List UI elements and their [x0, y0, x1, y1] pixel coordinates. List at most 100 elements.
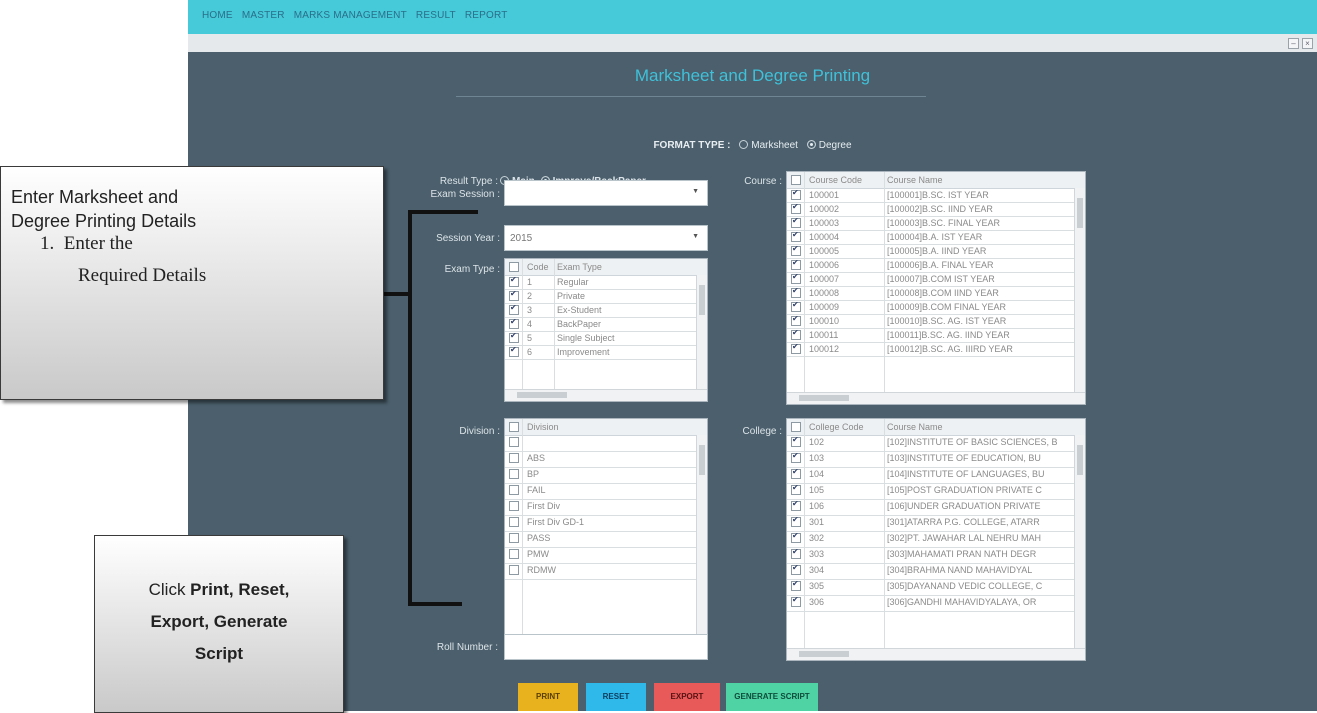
row-checkbox[interactable]: [791, 286, 801, 298]
menu-report[interactable]: REPORT: [465, 10, 508, 21]
table-row[interactable]: 100001 [100001]B.SC. IST YEAR: [787, 188, 1085, 203]
row-checkbox[interactable]: [509, 437, 519, 447]
table-row[interactable]: 304 [304]BRAHMA NAND MAHAVIDYAL: [787, 563, 1085, 580]
row-checkbox[interactable]: [791, 272, 801, 284]
row-checkbox[interactable]: [509, 317, 519, 329]
row-checkbox[interactable]: [791, 216, 801, 228]
table-row[interactable]: RDMW: [505, 564, 707, 580]
row-checkbox[interactable]: [509, 345, 519, 357]
row-checkbox[interactable]: [791, 244, 801, 256]
table-row[interactable]: 3 Ex-Student: [505, 303, 707, 318]
table-row[interactable]: 6 Improvement: [505, 345, 707, 360]
table-row[interactable]: 100006 [100006]B.A. FINAL YEAR: [787, 258, 1085, 273]
row-checkbox[interactable]: [791, 499, 801, 511]
row-checkbox[interactable]: [791, 547, 801, 559]
menu-marks-management[interactable]: MARKS MANAGEMENT: [294, 10, 407, 21]
row-checkbox[interactable]: [509, 501, 519, 511]
table-row[interactable]: 1 Regular: [505, 275, 707, 290]
row-checkbox[interactable]: [791, 188, 801, 200]
vertical-scrollbar[interactable]: [696, 275, 707, 389]
roll-number-input[interactable]: [504, 634, 708, 660]
table-row[interactable]: FAIL: [505, 484, 707, 500]
row-checkbox[interactable]: [509, 275, 519, 287]
print-button[interactable]: PRINT: [518, 683, 578, 711]
division-column-header[interactable]: Division: [527, 422, 559, 432]
horizontal-scrollbar[interactable]: [787, 648, 1085, 660]
row-checkbox[interactable]: [509, 453, 519, 463]
table-row[interactable]: 100002 [100002]B.SC. IIND YEAR: [787, 202, 1085, 217]
scroll-thumb[interactable]: [699, 285, 705, 315]
row-checkbox[interactable]: [791, 483, 801, 495]
row-checkbox[interactable]: [509, 469, 519, 479]
menu-master[interactable]: MASTER: [242, 10, 285, 21]
row-checkbox[interactable]: [791, 467, 801, 479]
session-year-dropdown[interactable]: 2015 ▼: [504, 225, 708, 251]
table-row[interactable]: PMW: [505, 548, 707, 564]
table-row[interactable]: 5 Single Subject: [505, 331, 707, 346]
scroll-thumb[interactable]: [1077, 445, 1083, 475]
table-row[interactable]: 102 [102]INSTITUTE OF BASIC SCIENCES, B: [787, 435, 1085, 452]
row-checkbox[interactable]: [791, 531, 801, 543]
reset-button[interactable]: RESET: [586, 683, 646, 711]
scroll-thumb[interactable]: [699, 445, 705, 475]
menu-result[interactable]: RESULT: [416, 10, 456, 21]
horizontal-scrollbar[interactable]: [787, 392, 1085, 404]
table-row[interactable]: 104 [104]INSTITUTE OF LANGUAGES, BU: [787, 467, 1085, 484]
export-button[interactable]: EXPORT: [654, 683, 720, 711]
table-row[interactable]: 105 [105]POST GRADUATION PRIVATE C: [787, 483, 1085, 500]
menu-home[interactable]: HOME: [202, 10, 233, 21]
select-all-checkbox[interactable]: [791, 175, 801, 185]
scroll-thumb[interactable]: [799, 395, 849, 401]
course-column-header[interactable]: Course Name: [887, 175, 943, 185]
select-all-checkbox[interactable]: [509, 262, 519, 272]
row-checkbox[interactable]: [791, 328, 801, 340]
table-row[interactable]: BP: [505, 468, 707, 484]
generate-script-button[interactable]: GENERATE SCRIPT: [726, 683, 818, 711]
row-checkbox[interactable]: [791, 451, 801, 463]
row-checkbox[interactable]: [791, 342, 801, 354]
row-checkbox[interactable]: [509, 303, 519, 315]
row-checkbox[interactable]: [509, 289, 519, 301]
table-row[interactable]: ABS: [505, 452, 707, 468]
table-row[interactable]: 100004 [100004]B.A. IST YEAR: [787, 230, 1085, 245]
table-row[interactable]: PASS: [505, 532, 707, 548]
exam_type-column-header[interactable]: Exam Type: [557, 262, 602, 272]
row-checkbox[interactable]: [509, 485, 519, 495]
table-row[interactable]: 100007 [100007]B.COM IST YEAR: [787, 272, 1085, 287]
close-icon[interactable]: ×: [1302, 38, 1313, 49]
table-row[interactable]: 100010 [100010]B.SC. AG. IST YEAR: [787, 314, 1085, 329]
scroll-thumb[interactable]: [517, 392, 567, 398]
table-row[interactable]: 301 [301]ATARRA P.G. COLLEGE, ATARR: [787, 515, 1085, 532]
table-row[interactable]: 2 Private: [505, 289, 707, 304]
radio-degree[interactable]: [806, 140, 816, 149]
table-row[interactable]: 100011 [100011]B.SC. AG. IIND YEAR: [787, 328, 1085, 343]
table-row[interactable]: [505, 436, 707, 452]
table-row[interactable]: 106 [106]UNDER GRADUATION PRIVATE: [787, 499, 1085, 516]
row-checkbox[interactable]: [791, 515, 801, 527]
table-row[interactable]: 303 [303]MAHAMATI PRAN NATH DEGR: [787, 547, 1085, 564]
row-checkbox[interactable]: [791, 230, 801, 242]
table-row[interactable]: First Div GD-1: [505, 516, 707, 532]
table-row[interactable]: 100003 [100003]B.SC. FINAL YEAR: [787, 216, 1085, 231]
row-checkbox[interactable]: [791, 300, 801, 312]
table-row[interactable]: 103 [103]INSTITUTE OF EDUCATION, BU: [787, 451, 1085, 468]
table-row[interactable]: 4 BackPaper: [505, 317, 707, 332]
vertical-scrollbar[interactable]: [1074, 435, 1085, 648]
row-checkbox[interactable]: [791, 314, 801, 326]
row-checkbox[interactable]: [791, 202, 801, 214]
row-checkbox[interactable]: [791, 579, 801, 591]
table-row[interactable]: 302 [302]PT. JAWAHAR LAL NEHRU MAH: [787, 531, 1085, 548]
scroll-thumb[interactable]: [799, 651, 849, 657]
minimize-icon[interactable]: –: [1288, 38, 1299, 49]
table-row[interactable]: 100005 [100005]B.A. IIND YEAR: [787, 244, 1085, 259]
exam-session-dropdown[interactable]: ▼: [504, 180, 708, 206]
exam_type-column-header[interactable]: Code: [527, 262, 549, 272]
row-checkbox[interactable]: [791, 563, 801, 575]
college-column-header[interactable]: Course Name: [887, 422, 943, 432]
select-all-checkbox[interactable]: [509, 422, 519, 432]
row-checkbox[interactable]: [791, 435, 801, 447]
vertical-scrollbar[interactable]: [1074, 188, 1085, 392]
row-checkbox[interactable]: [509, 517, 519, 527]
college-column-header[interactable]: College Code: [809, 422, 864, 432]
course-column-header[interactable]: Course Code: [809, 175, 862, 185]
